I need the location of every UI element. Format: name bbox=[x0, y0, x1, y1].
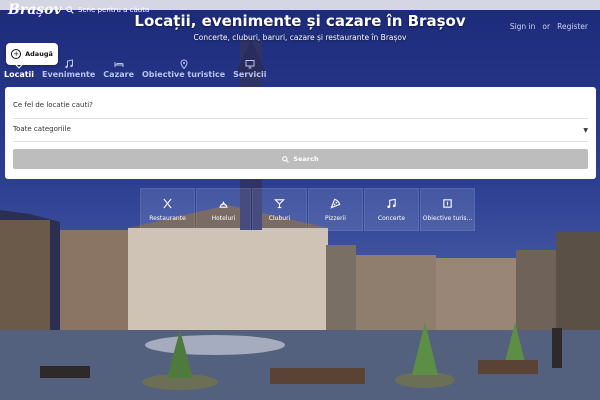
category-label: Cluburi bbox=[268, 214, 291, 222]
tab-label: Servicii bbox=[233, 70, 267, 79]
category-tile-restaurante[interactable]: Restaurante bbox=[140, 188, 195, 231]
tab-label: Obiective turistice bbox=[142, 70, 226, 79]
search-button[interactable]: Search bbox=[13, 149, 588, 169]
tab-label: Cazare bbox=[103, 70, 134, 79]
monitor-icon bbox=[245, 60, 255, 69]
category-label: Restaurante bbox=[149, 214, 186, 222]
category-tabs: Locatii Evenimente Cazare Obiective turi… bbox=[4, 59, 266, 79]
category-tile-cluburi[interactable]: Cluburi bbox=[252, 188, 307, 231]
divider bbox=[13, 141, 588, 142]
category-tile-hoteluri[interactable]: Hoteluri bbox=[196, 188, 251, 231]
tab-locatii[interactable]: Locatii bbox=[4, 59, 34, 79]
search-form: Ce fel de locatie cauti? Toate categorii… bbox=[5, 87, 596, 179]
heart-icon bbox=[14, 59, 24, 69]
tab-servicii[interactable]: Servicii bbox=[233, 59, 266, 79]
category-label: Concerte bbox=[377, 214, 406, 222]
category-tiles: Restaurante Hoteluri Cluburi Pizzerii Co… bbox=[140, 188, 475, 231]
page-title: Locații, evenimente și cazare în Brașov bbox=[134, 12, 466, 30]
search-question: Ce fel de locatie cauti? bbox=[13, 101, 93, 109]
bell-icon bbox=[219, 201, 228, 208]
category-select-value: Toate categoriile bbox=[13, 125, 71, 133]
divider bbox=[13, 118, 588, 119]
tab-cazare[interactable]: Cazare bbox=[103, 59, 134, 79]
utensils-icon bbox=[163, 198, 172, 208]
category-label: Pizzerii bbox=[325, 214, 346, 222]
add-circle-icon: + bbox=[11, 49, 22, 59]
search-icon bbox=[282, 155, 290, 163]
tab-obiective-turistice[interactable]: Obiective turistice bbox=[142, 59, 225, 79]
tab-evenimente[interactable]: Evenimente bbox=[42, 59, 95, 79]
bed-icon bbox=[114, 62, 124, 67]
page-subtitle: Concerte, cluburi, baruri, cazare și res… bbox=[193, 33, 407, 42]
tab-label: Locatii bbox=[4, 70, 35, 79]
category-label: Hoteluri bbox=[211, 214, 236, 222]
category-tile-pizzerii[interactable]: Pizzerii bbox=[308, 188, 363, 231]
category-tile-obiective-turistice[interactable]: Obiective turis... bbox=[420, 188, 475, 231]
category-tile-concerte[interactable]: Concerte bbox=[364, 188, 419, 231]
music-note-icon bbox=[387, 198, 396, 208]
map-icon bbox=[443, 198, 452, 208]
search-button-label: Search bbox=[293, 155, 319, 163]
map-pin-icon bbox=[180, 59, 188, 69]
add-button-label: Adaugă bbox=[25, 50, 53, 58]
tab-label: Evenimente bbox=[42, 70, 96, 79]
caret-down-icon: ▼ bbox=[583, 127, 588, 134]
cocktail-icon bbox=[274, 198, 285, 208]
music-icon bbox=[64, 59, 73, 69]
pizza-icon bbox=[330, 198, 341, 209]
category-label: Obiective turis... bbox=[422, 214, 473, 222]
category-select[interactable]: Toate categoriile ▼ bbox=[13, 125, 588, 139]
